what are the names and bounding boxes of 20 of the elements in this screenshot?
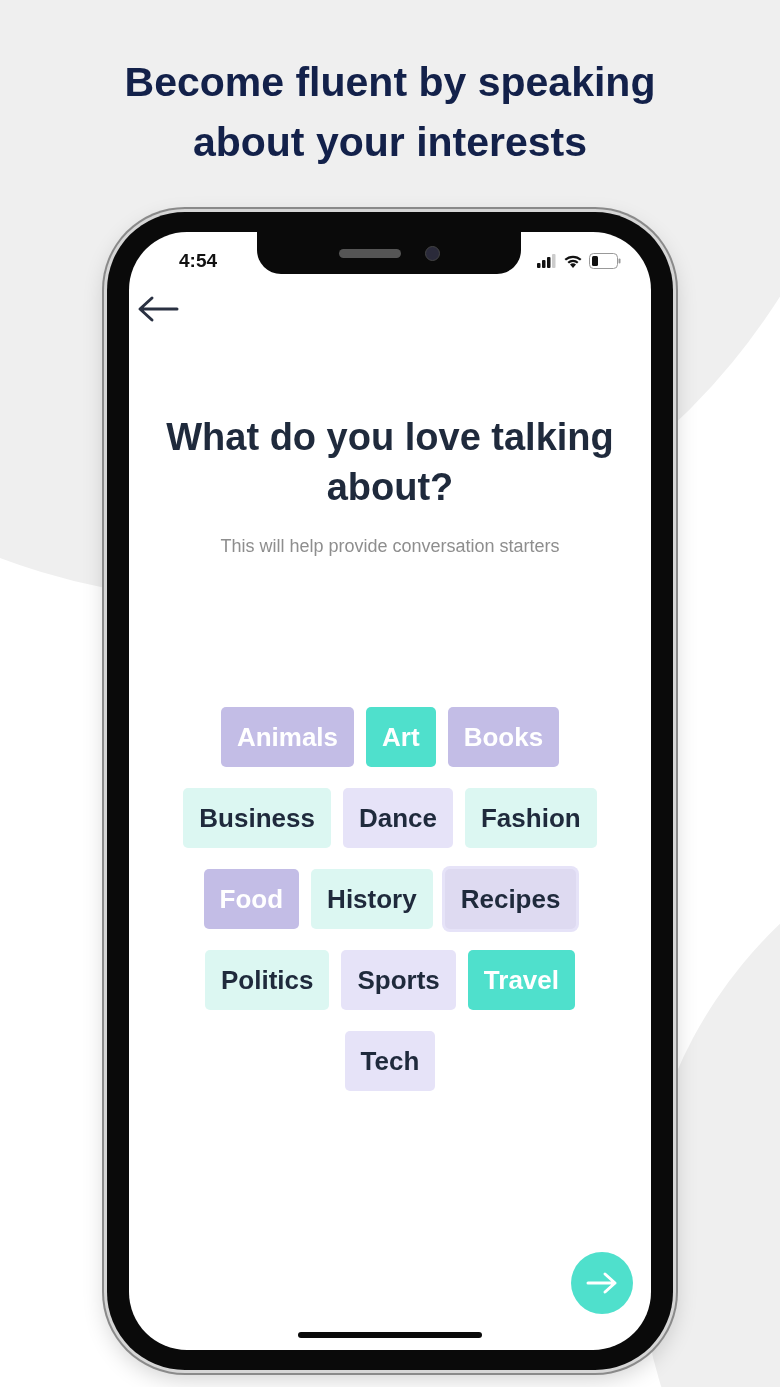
forward-arrow-icon (586, 1271, 618, 1295)
question-subtitle: This will help provide conversation starters (220, 536, 560, 557)
wifi-icon (563, 254, 583, 268)
back-button[interactable] (137, 294, 181, 324)
topic-chip[interactable]: Fashion (465, 788, 597, 848)
topic-chip[interactable]: Business (183, 788, 331, 848)
topic-chip[interactable]: Politics (205, 950, 330, 1010)
signal-icon (537, 254, 557, 268)
status-time: 4:54 (179, 250, 218, 272)
topic-chip[interactable]: History (311, 869, 433, 929)
speaker-grille (338, 248, 401, 258)
back-arrow-icon (137, 295, 179, 323)
topic-chip[interactable]: Recipes (444, 869, 577, 929)
battery-icon (589, 253, 621, 269)
camera-lens (424, 245, 440, 261)
headline: Become fluent by speaking about your interests (123, 58, 657, 167)
topic-chip[interactable]: Dance (342, 788, 453, 848)
question-title: What do you love talking about? (165, 415, 615, 510)
topic-chip[interactable]: Sports (341, 950, 456, 1010)
topic-chip[interactable]: Tech (344, 1031, 436, 1091)
